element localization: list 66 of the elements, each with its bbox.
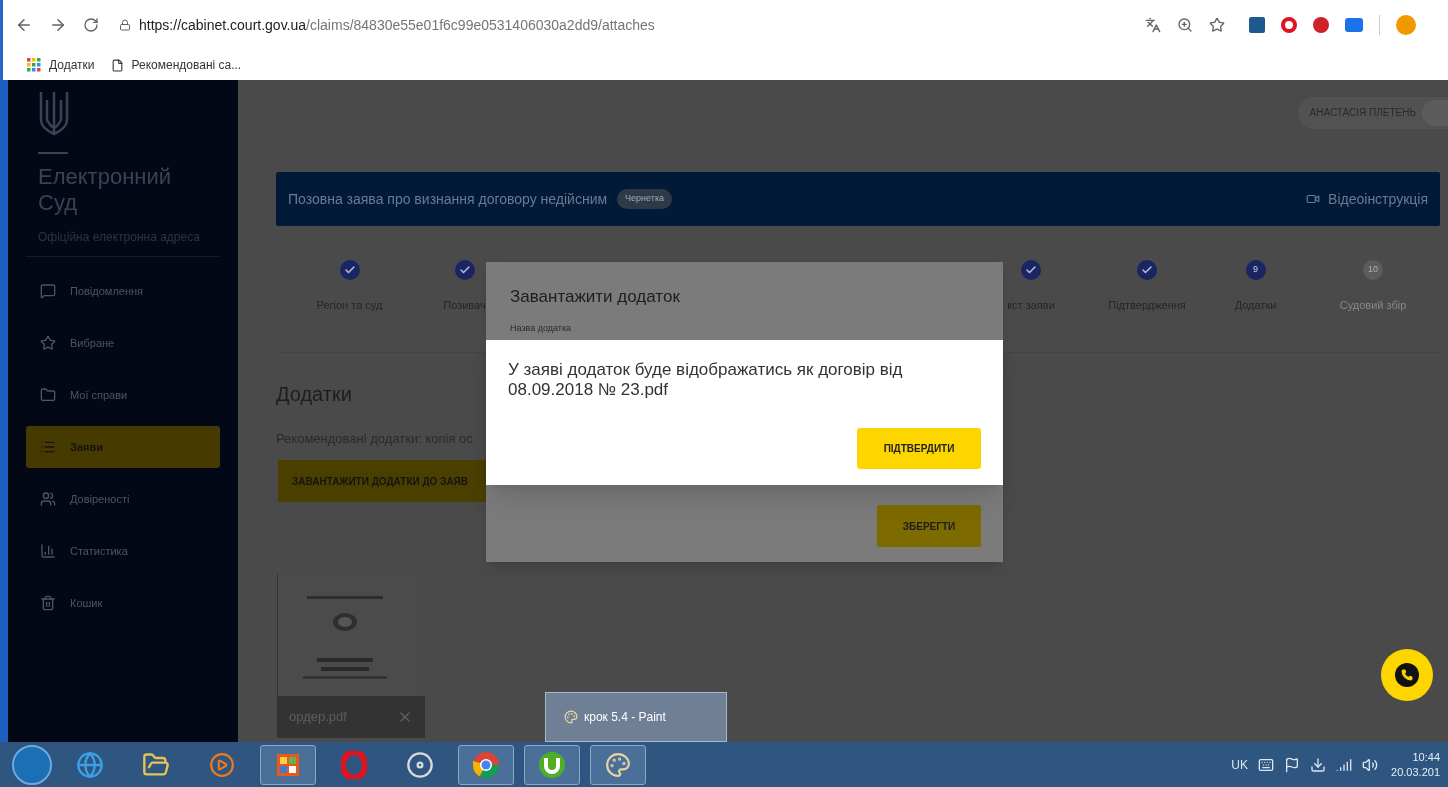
taskbar-preview[interactable]: крок 5.4 - Paint — [545, 692, 727, 742]
globe-icon — [76, 750, 104, 779]
taskbar-app[interactable] — [590, 744, 646, 785]
start-button[interactable] — [12, 744, 52, 785]
zoom-icon[interactable] — [1177, 17, 1193, 33]
play-icon — [209, 751, 235, 778]
sidebar-item[interactable]: Вибране — [26, 322, 220, 364]
palette-icon — [605, 751, 631, 778]
bookmark-star-icon[interactable] — [1209, 17, 1225, 33]
tray-arrow-icon[interactable] — [1310, 756, 1326, 773]
url-text: https://cabinet.court.gov.ua/claims/84830e55e01f6c99e0531406030a2dd9/attaches — [139, 15, 655, 35]
list-icon — [40, 439, 56, 455]
extension-icon[interactable] — [1281, 17, 1297, 33]
sidebar-item[interactable]: Кошик — [26, 582, 220, 624]
upload-attachments-button[interactable]: ЗАВАНТАЖИТИ ДОДАТКИ ДО ЗАЯВ — [278, 460, 486, 502]
claim-title: Позовна заява про визнання договору недійсним — [288, 189, 608, 209]
dialog-title: Завантажити додаток — [510, 286, 681, 308]
address-bar[interactable]: https://cabinet.court.gov.ua/claims/84830e55e01f6c99e0531406030a2dd9/attaches — [115, 10, 1129, 40]
sidebar-item[interactable]: Мої справи — [26, 374, 220, 416]
forward-icon[interactable] — [49, 16, 67, 34]
extension-icon[interactable] — [1313, 17, 1329, 33]
keyboard-icon[interactable] — [1258, 756, 1274, 773]
people-icon — [40, 491, 56, 507]
bar-chart-icon — [40, 543, 56, 559]
trash-icon — [40, 595, 56, 611]
lock-icon — [119, 19, 131, 31]
confirm-button[interactable]: ПІДТВЕРДИТИ — [857, 428, 981, 469]
ring-icon — [341, 750, 367, 779]
sidebar-item[interactable]: Статистика — [26, 530, 220, 572]
taskbar-app[interactable] — [260, 744, 316, 785]
confirm-message: У заяві додаток буде відображатись як договір від 08.09.2018 № 23.pdf — [508, 360, 904, 400]
back-icon[interactable] — [15, 16, 33, 34]
step-number: 9 — [1253, 263, 1258, 277]
taskbar-app[interactable] — [524, 744, 580, 785]
language-indicator[interactable]: UK — [1231, 755, 1248, 774]
video-instruction-link[interactable]: Відеоінструкція — [1306, 188, 1428, 210]
sidebar-item[interactable]: Довіреності — [26, 478, 220, 520]
page-icon — [110, 58, 124, 72]
clock[interactable]: 10:44 20.03.201 — [1388, 749, 1440, 780]
sidebar-item[interactable]: Повідомлення — [26, 270, 220, 312]
flag-icon[interactable] — [1284, 756, 1300, 773]
folder-icon — [40, 387, 56, 403]
circle-icon — [472, 750, 500, 779]
status-badge: Чернетка — [617, 189, 673, 209]
step-label: Судовий збір — [1339, 298, 1407, 313]
translate-icon[interactable] — [1145, 17, 1161, 33]
signal-icon[interactable] — [1336, 756, 1352, 773]
apps-grid-icon — [27, 58, 41, 72]
chat-icon — [40, 283, 56, 299]
bookmark[interactable]: Додатки — [27, 56, 95, 74]
bookmark[interactable]: Рекомендовані са... — [110, 56, 242, 74]
palette-icon — [564, 710, 578, 724]
step-number: 10 — [1368, 263, 1378, 277]
disc-icon — [406, 750, 434, 779]
reload-icon[interactable] — [83, 17, 99, 33]
window-grid-icon — [275, 751, 301, 778]
phone-icon — [1395, 663, 1419, 687]
star-icon — [40, 335, 56, 351]
taskbar-app[interactable] — [458, 744, 514, 785]
round-icon — [538, 750, 566, 779]
volume-icon[interactable] — [1362, 756, 1378, 773]
trident-logo — [38, 90, 70, 136]
save-button[interactable]: ЗБЕРЕГТИ — [877, 505, 981, 547]
field-label: Назва додатка — [510, 321, 573, 335]
app-title: Електронний Суд — [38, 164, 173, 216]
camera-icon — [1306, 192, 1321, 206]
